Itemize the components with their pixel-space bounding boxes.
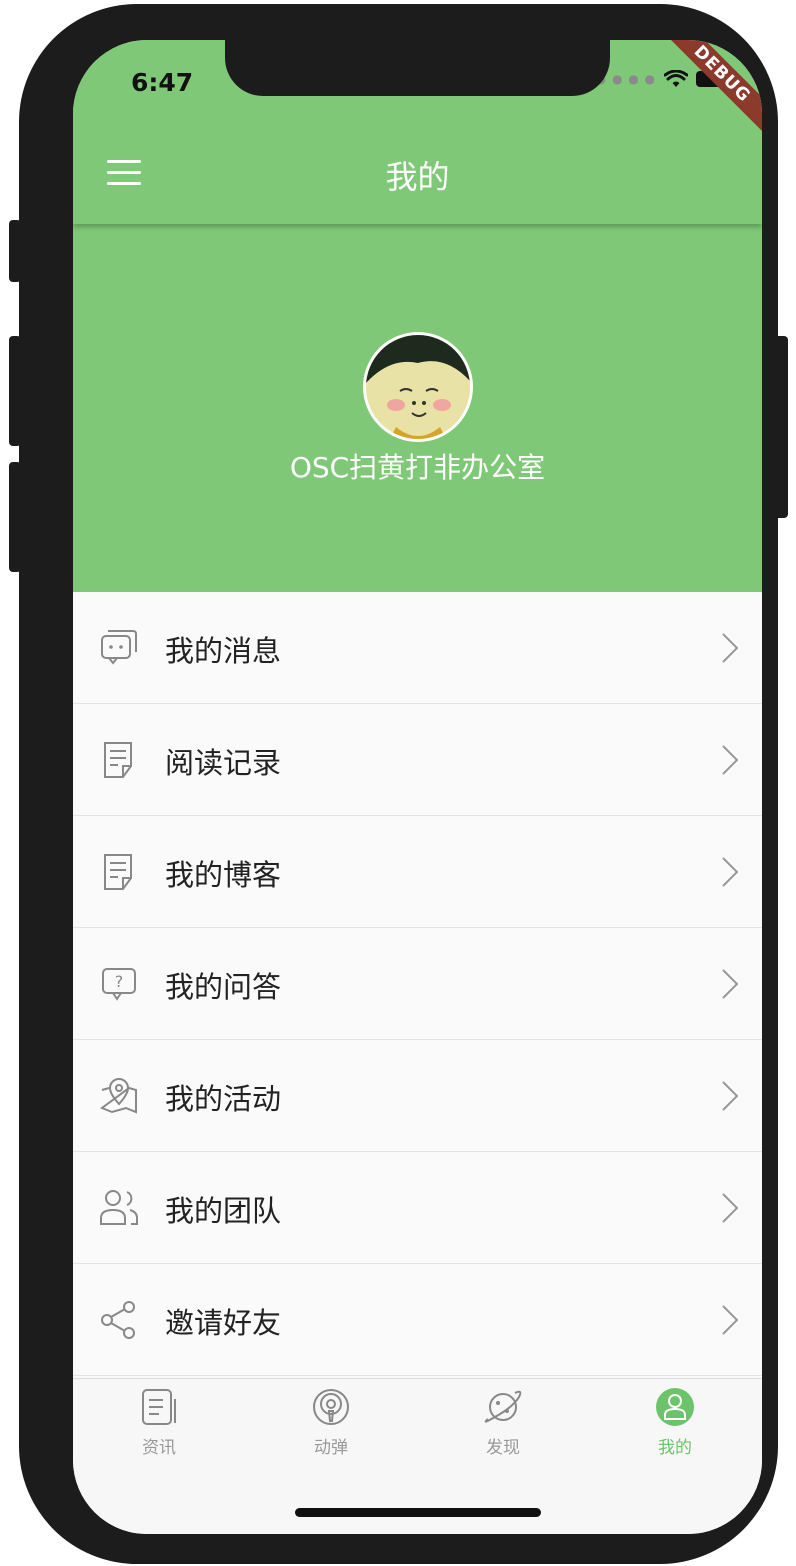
document-icon xyxy=(104,742,132,778)
menu-item-events[interactable]: 我的活动 xyxy=(73,1040,762,1152)
tab-me[interactable]: 我的 xyxy=(589,1387,761,1458)
status-time: 6:47 xyxy=(131,68,194,97)
chevron-right-icon xyxy=(722,1305,739,1335)
menu-item-reading-history[interactable]: 阅读记录 xyxy=(73,704,762,816)
username[interactable]: OSC扫黄打非办公室 xyxy=(73,446,762,486)
chevron-right-icon xyxy=(722,633,739,663)
tab-label: 我的 xyxy=(658,1438,692,1458)
notch xyxy=(225,40,610,96)
menu-item-label: 我的消息 xyxy=(165,634,282,668)
chevron-right-icon xyxy=(722,1193,739,1223)
menu-item-label: 我的博客 xyxy=(165,858,282,892)
tab-label: 发现 xyxy=(486,1438,520,1458)
message-icon xyxy=(101,630,137,665)
wifi-icon xyxy=(664,70,688,87)
tab-discover[interactable]: 发现 xyxy=(417,1387,589,1458)
question-icon: ? xyxy=(102,968,136,1001)
menu-item-qa[interactable]: ? 我的问答 xyxy=(73,928,762,1040)
map-location-icon xyxy=(99,1078,137,1114)
home-indicator[interactable] xyxy=(295,1508,541,1517)
menu-list: 我的消息 阅读记录 我的博客 ? 我的问答 我的活动 我的团队 邀请好友 xyxy=(73,592,762,1376)
team-icon xyxy=(100,1190,138,1225)
tab-tweets[interactable]: 动弹 xyxy=(245,1387,417,1458)
planet-icon xyxy=(484,1390,522,1423)
tab-label: 动弹 xyxy=(314,1438,348,1458)
chevron-right-icon xyxy=(722,969,739,999)
menu-item-invite-friends[interactable]: 邀请好友 xyxy=(73,1264,762,1376)
user-icon xyxy=(656,1388,694,1426)
svg-text:?: ? xyxy=(115,972,124,991)
menu-item-messages[interactable]: 我的消息 xyxy=(73,592,762,704)
news-icon xyxy=(142,1389,176,1425)
phone-frame: 6:47 ● ● ● ● DEBUG 我的 OSC扫黄打非办公室 我的消息 阅读… xyxy=(19,4,778,1564)
avatar-face-icon xyxy=(366,335,470,439)
screen: 6:47 ● ● ● ● DEBUG 我的 OSC扫黄打非办公室 我的消息 阅读… xyxy=(73,40,762,1534)
chevron-right-icon xyxy=(722,1081,739,1111)
tab-label: 资讯 xyxy=(142,1438,176,1458)
menu-item-team[interactable]: 我的团队 xyxy=(73,1152,762,1264)
menu-item-label: 阅读记录 xyxy=(165,746,282,780)
menu-item-blog[interactable]: 我的博客 xyxy=(73,816,762,928)
share-icon xyxy=(101,1301,135,1339)
menu-item-label: 我的活动 xyxy=(165,1082,282,1116)
chevron-right-icon xyxy=(722,745,739,775)
page-title: 我的 xyxy=(385,158,450,196)
profile-header: OSC扫黄打非办公室 xyxy=(73,224,762,592)
menu-item-label: 邀请好友 xyxy=(165,1306,282,1340)
tab-news[interactable]: 资讯 xyxy=(73,1387,245,1458)
chevron-right-icon xyxy=(722,857,739,887)
podcast-icon xyxy=(313,1389,349,1425)
menu-item-label: 我的团队 xyxy=(165,1194,282,1228)
blog-icon xyxy=(104,854,132,890)
avatar[interactable] xyxy=(363,332,473,442)
menu-item-label: 我的问答 xyxy=(165,970,282,1004)
